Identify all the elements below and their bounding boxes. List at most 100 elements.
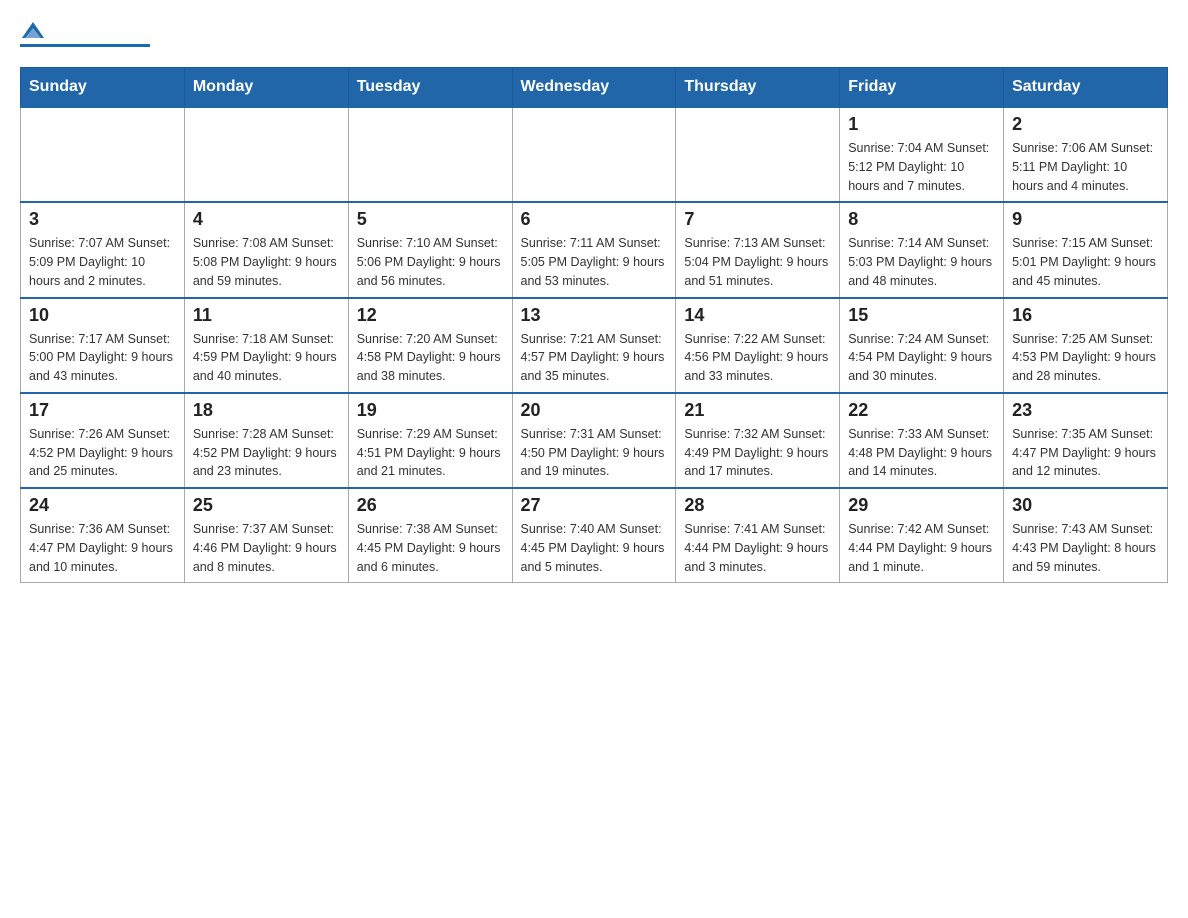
logo-underline [20, 44, 150, 47]
sun-info: Sunrise: 7:42 AM Sunset: 4:44 PM Dayligh… [848, 520, 995, 576]
header-saturday: Saturday [1004, 68, 1168, 108]
day-number: 21 [684, 400, 831, 421]
calendar-day: 27 Sunrise: 7:40 AM Sunset: 4:45 PM Dayli… [512, 488, 676, 583]
header-wednesday: Wednesday [512, 68, 676, 108]
day-number: 25 [193, 495, 340, 516]
day-number: 16 [1012, 305, 1159, 326]
calendar-day: 26 Sunrise: 7:38 AM Sunset: 4:45 PM Dayli… [348, 488, 512, 583]
day-number: 13 [521, 305, 668, 326]
calendar-day: 8 Sunrise: 7:14 AM Sunset: 5:03 PM Daylig… [840, 202, 1004, 297]
calendar-day: 25Sunrise: 7:37 AM Sunset: 4:46 PM Dayli… [184, 488, 348, 583]
calendar-day: 19 Sunrise: 7:29 AM Sunset: 4:51 PM Dayli… [348, 393, 512, 488]
calendar-day: 2 Sunrise: 7:06 AM Sunset: 5:11 PM Daylig… [1004, 107, 1168, 202]
sun-info: Sunrise: 7:32 AM Sunset: 4:49 PM Dayligh… [684, 425, 831, 481]
sun-info: Sunrise: 7:41 AM Sunset: 4:44 PM Dayligh… [684, 520, 831, 576]
calendar-day: 28 Sunrise: 7:41 AM Sunset: 4:44 PM Dayli… [676, 488, 840, 583]
day-number: 30 [1012, 495, 1159, 516]
day-number: 7 [684, 209, 831, 230]
header-friday: Friday [840, 68, 1004, 108]
calendar-header-row: SundayMondayTuesdayWednesdayThursdayFrid… [21, 68, 1168, 108]
day-number: 19 [357, 400, 504, 421]
day-number: 5 [357, 209, 504, 230]
header-sunday: Sunday [21, 68, 185, 108]
day-number: 10 [29, 305, 176, 326]
day-number: 28 [684, 495, 831, 516]
day-number: 18 [193, 400, 340, 421]
day-number: 15 [848, 305, 995, 326]
day-number: 24 [29, 495, 176, 516]
sun-info: Sunrise: 7:29 AM Sunset: 4:51 PM Dayligh… [357, 425, 504, 481]
calendar-day: 6Sunrise: 7:11 AM Sunset: 5:05 PM Daylig… [512, 202, 676, 297]
calendar-week-5: 24 Sunrise: 7:36 AM Sunset: 4:47 PM Dayli… [21, 488, 1168, 583]
calendar-day: 5 Sunrise: 7:10 AM Sunset: 5:06 PM Daylig… [348, 202, 512, 297]
day-number: 3 [29, 209, 176, 230]
calendar-day: 7Sunrise: 7:13 AM Sunset: 5:04 PM Daylig… [676, 202, 840, 297]
sun-info: Sunrise: 7:06 AM Sunset: 5:11 PM Dayligh… [1012, 139, 1159, 195]
calendar-week-1: 1 Sunrise: 7:04 AM Sunset: 5:12 PM Daylig… [21, 107, 1168, 202]
calendar-day: 17 Sunrise: 7:26 AM Sunset: 4:52 PM Dayli… [21, 393, 185, 488]
day-number: 2 [1012, 114, 1159, 135]
calendar-day: 16 Sunrise: 7:25 AM Sunset: 4:53 PM Dayli… [1004, 298, 1168, 393]
sun-info: Sunrise: 7:18 AM Sunset: 4:59 PM Dayligh… [193, 330, 340, 386]
day-number: 27 [521, 495, 668, 516]
sun-info: Sunrise: 7:43 AM Sunset: 4:43 PM Dayligh… [1012, 520, 1159, 576]
calendar-day [184, 107, 348, 202]
calendar-day: 22 Sunrise: 7:33 AM Sunset: 4:48 PM Dayli… [840, 393, 1004, 488]
sun-info: Sunrise: 7:36 AM Sunset: 4:47 PM Dayligh… [29, 520, 176, 576]
calendar-day: 23 Sunrise: 7:35 AM Sunset: 4:47 PM Dayli… [1004, 393, 1168, 488]
calendar-day: 13 Sunrise: 7:21 AM Sunset: 4:57 PM Dayli… [512, 298, 676, 393]
calendar-day: 24 Sunrise: 7:36 AM Sunset: 4:47 PM Dayli… [21, 488, 185, 583]
calendar-day [21, 107, 185, 202]
calendar-day [676, 107, 840, 202]
sun-info: Sunrise: 7:26 AM Sunset: 4:52 PM Dayligh… [29, 425, 176, 481]
calendar-day: 21 Sunrise: 7:32 AM Sunset: 4:49 PM Dayli… [676, 393, 840, 488]
sun-info: Sunrise: 7:24 AM Sunset: 4:54 PM Dayligh… [848, 330, 995, 386]
day-number: 8 [848, 209, 995, 230]
sun-info: Sunrise: 7:38 AM Sunset: 4:45 PM Dayligh… [357, 520, 504, 576]
calendar-week-4: 17 Sunrise: 7:26 AM Sunset: 4:52 PM Dayli… [21, 393, 1168, 488]
sun-info: Sunrise: 7:21 AM Sunset: 4:57 PM Dayligh… [521, 330, 668, 386]
sun-info: Sunrise: 7:35 AM Sunset: 4:47 PM Dayligh… [1012, 425, 1159, 481]
day-number: 26 [357, 495, 504, 516]
calendar-day: 9 Sunrise: 7:15 AM Sunset: 5:01 PM Daylig… [1004, 202, 1168, 297]
day-number: 22 [848, 400, 995, 421]
sun-info: Sunrise: 7:17 AM Sunset: 5:00 PM Dayligh… [29, 330, 176, 386]
header-monday: Monday [184, 68, 348, 108]
calendar-day: 20Sunrise: 7:31 AM Sunset: 4:50 PM Dayli… [512, 393, 676, 488]
calendar-day: 30 Sunrise: 7:43 AM Sunset: 4:43 PM Dayli… [1004, 488, 1168, 583]
calendar-day: 10 Sunrise: 7:17 AM Sunset: 5:00 PM Dayli… [21, 298, 185, 393]
header-thursday: Thursday [676, 68, 840, 108]
calendar-day [512, 107, 676, 202]
sun-info: Sunrise: 7:04 AM Sunset: 5:12 PM Dayligh… [848, 139, 995, 195]
sun-info: Sunrise: 7:14 AM Sunset: 5:03 PM Dayligh… [848, 234, 995, 290]
sun-info: Sunrise: 7:20 AM Sunset: 4:58 PM Dayligh… [357, 330, 504, 386]
sun-info: Sunrise: 7:08 AM Sunset: 5:08 PM Dayligh… [193, 234, 340, 290]
sun-info: Sunrise: 7:15 AM Sunset: 5:01 PM Dayligh… [1012, 234, 1159, 290]
day-number: 9 [1012, 209, 1159, 230]
calendar-week-2: 3 Sunrise: 7:07 AM Sunset: 5:09 PM Daylig… [21, 202, 1168, 297]
sun-info: Sunrise: 7:40 AM Sunset: 4:45 PM Dayligh… [521, 520, 668, 576]
day-number: 12 [357, 305, 504, 326]
day-number: 6 [521, 209, 668, 230]
calendar-day: 1 Sunrise: 7:04 AM Sunset: 5:12 PM Daylig… [840, 107, 1004, 202]
sun-info: Sunrise: 7:22 AM Sunset: 4:56 PM Dayligh… [684, 330, 831, 386]
day-number: 14 [684, 305, 831, 326]
sun-info: Sunrise: 7:31 AM Sunset: 4:50 PM Dayligh… [521, 425, 668, 481]
day-number: 1 [848, 114, 995, 135]
logo-triangle-icon [22, 20, 44, 42]
sun-info: Sunrise: 7:33 AM Sunset: 4:48 PM Dayligh… [848, 425, 995, 481]
calendar-day: 3 Sunrise: 7:07 AM Sunset: 5:09 PM Daylig… [21, 202, 185, 297]
logo [20, 20, 150, 47]
calendar-table: SundayMondayTuesdayWednesdayThursdayFrid… [20, 67, 1168, 583]
sun-info: Sunrise: 7:07 AM Sunset: 5:09 PM Dayligh… [29, 234, 176, 290]
day-number: 23 [1012, 400, 1159, 421]
sun-info: Sunrise: 7:28 AM Sunset: 4:52 PM Dayligh… [193, 425, 340, 481]
calendar-week-3: 10 Sunrise: 7:17 AM Sunset: 5:00 PM Dayli… [21, 298, 1168, 393]
day-number: 4 [193, 209, 340, 230]
calendar-day: 18 Sunrise: 7:28 AM Sunset: 4:52 PM Dayli… [184, 393, 348, 488]
sun-info: Sunrise: 7:25 AM Sunset: 4:53 PM Dayligh… [1012, 330, 1159, 386]
calendar-day: 15 Sunrise: 7:24 AM Sunset: 4:54 PM Dayli… [840, 298, 1004, 393]
day-number: 11 [193, 305, 340, 326]
day-number: 17 [29, 400, 176, 421]
sun-info: Sunrise: 7:10 AM Sunset: 5:06 PM Dayligh… [357, 234, 504, 290]
